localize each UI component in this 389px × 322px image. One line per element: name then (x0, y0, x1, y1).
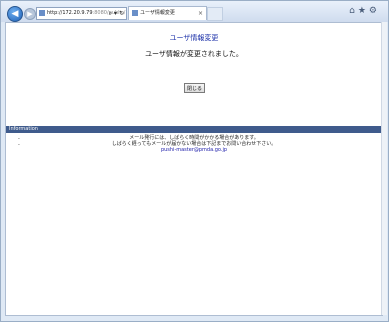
tab-close-icon[interactable]: × (198, 7, 203, 20)
new-tab-button[interactable] (207, 7, 223, 21)
vertical-scrollbar[interactable] (381, 22, 387, 315)
status-message: ユーザ情報が変更されました。 (145, 50, 243, 58)
contact-email-link[interactable]: pushi-master@pmda.go.jp (6, 147, 382, 153)
address-bar[interactable]: http://172.20.9.79:8080/public/ ⌕ ▾ ↻ (36, 7, 127, 20)
tab-title: ユーザ情報変更 (140, 10, 175, 16)
page-content: ユーザ情報変更 ユーザ情報が変更されました。 閉じる Information -… (5, 22, 383, 316)
window-tools: ⌂★⚙ (349, 6, 380, 16)
tab-favicon-icon (132, 9, 138, 16)
back-button[interactable]: ◀ (7, 6, 23, 22)
close-button[interactable]: 閉じる (184, 83, 205, 93)
information-text: メール発行には、しばらく時間がかかる場合があります。 しばらく経ってもメールが届… (6, 135, 382, 153)
page-title: ユーザ情報変更 (169, 34, 219, 42)
address-host: http://172.20.9.79 (47, 10, 93, 16)
information-header: Information (6, 126, 382, 133)
browser-toolbar: ◀ ▶ http://172.20.9.79:8080/public/ ⌕ ▾ … (1, 1, 388, 22)
settings-gear-icon[interactable]: ⚙ (369, 6, 380, 16)
home-icon[interactable]: ⌂ (349, 6, 358, 16)
favorites-star-icon[interactable]: ★ (358, 6, 369, 16)
site-favicon-icon (39, 9, 45, 16)
forward-button[interactable]: ▶ (24, 8, 36, 20)
address-controls[interactable]: ⌕ ▾ ↻ (109, 8, 124, 19)
tab-active[interactable]: ユーザ情報変更 × (128, 6, 207, 20)
